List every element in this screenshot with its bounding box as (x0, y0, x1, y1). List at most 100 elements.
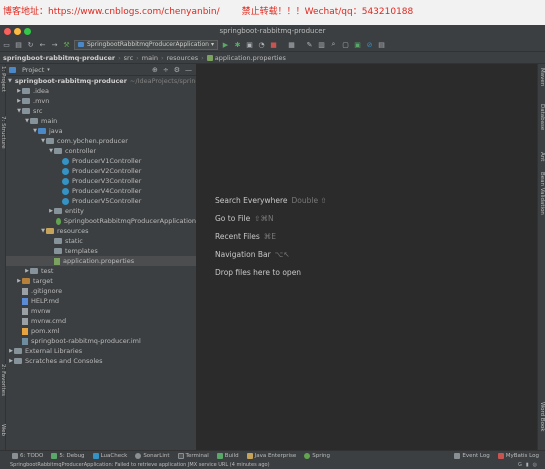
tool-button-debug[interactable]: 5: Debug (51, 453, 85, 459)
forward-arrow-icon[interactable]: → (50, 40, 59, 49)
tree-item-src[interactable]: ▼ src (6, 106, 196, 116)
database-icon[interactable]: ▣ (353, 40, 362, 49)
tool-button-luacheck[interactable]: LuaCheck (92, 453, 127, 459)
minimize-window-button[interactable] (14, 28, 21, 35)
profile-icon[interactable]: ◔ (257, 40, 266, 49)
tree-item-mvn[interactable]: ▶ .mvn (6, 96, 196, 106)
source-folder-icon (38, 128, 46, 134)
tree-item-class[interactable]: ProducerV5Controller (6, 196, 196, 206)
collapse-all-icon[interactable]: ÷ (163, 66, 169, 74)
tool-button-terminal[interactable]: Terminal (177, 453, 209, 459)
status-message[interactable]: SpringbootRabbitmqProducerApplication: F… (10, 462, 270, 468)
tree-item-test[interactable]: ▶ test (6, 266, 196, 276)
tree-item-class[interactable]: ProducerV4Controller (6, 186, 196, 196)
tree-item-label: ProducerV3Controller (72, 177, 142, 185)
tree-item-main[interactable]: ▼ main (6, 116, 196, 126)
tree-item-controller[interactable]: ▼ controller (6, 146, 196, 156)
tree-item-package[interactable]: ▼ com.ybchen.producer (6, 136, 196, 146)
tree-item-label: entity (65, 207, 84, 215)
tree-item-label: ProducerV4Controller (72, 187, 142, 195)
hint-label: Go to File (215, 214, 251, 223)
tool-button-sonarlint[interactable]: SonarLint (135, 453, 170, 459)
tool-button-java-enterprise[interactable]: Java Enterprise (246, 453, 297, 459)
google-icon[interactable]: G (518, 461, 522, 469)
expanded-arrow-icon[interactable]: ▼ (8, 76, 12, 86)
tree-item-class[interactable]: ProducerV3Controller (6, 176, 196, 186)
chevron-down-icon[interactable]: ▾ (47, 67, 50, 73)
tree-item-target[interactable]: ▶ target (6, 276, 196, 286)
tree-item-java[interactable]: ▼ java (6, 126, 196, 136)
tool-tab-word-book[interactable]: Word Book (539, 402, 545, 432)
run-icon[interactable]: ▶ (221, 40, 230, 49)
project-structure-icon[interactable]: ▦ (287, 40, 296, 49)
search-icon[interactable]: ⌕ (329, 40, 338, 49)
tree-item-class[interactable]: ProducerV2Controller (6, 166, 196, 176)
tree-item-class[interactable]: ProducerV1Controller (6, 156, 196, 166)
settings-wrench-icon[interactable]: ✎ (305, 40, 314, 49)
tool-tab-bean-validation[interactable]: Bean Validation (539, 172, 545, 215)
tool-button-mybatis-log[interactable]: MyBatis Log (497, 453, 539, 459)
tree-item-iml[interactable]: springboot-rabbitmq-producer.iml (6, 336, 196, 346)
tool-tab-ant[interactable]: Ant (539, 152, 545, 161)
breadcrumb-project[interactable]: springboot-rabbitmq-producer (3, 54, 115, 62)
bottom-tool-bar: 6: TODO 5: Debug LuaCheck SonarLint Term… (0, 450, 545, 461)
editor-area[interactable]: Search Everywhere Double ⇧ Go to File ⇧⌘N … (197, 64, 537, 450)
stop-icon[interactable]: ■ (269, 40, 278, 49)
tool-button-label: Terminal (185, 453, 209, 459)
project-view-select[interactable]: Project (22, 66, 44, 74)
sdk-icon[interactable]: ▥ (317, 40, 326, 49)
tree-item-static[interactable]: static (6, 236, 196, 246)
maximize-window-button[interactable] (24, 28, 31, 35)
tree-item-application-properties[interactable]: application.properties (6, 256, 196, 266)
tree-item-scratches[interactable]: ▶ Scratches and Consoles (6, 356, 196, 366)
breadcrumb: springboot-rabbitmq-producer › src › mai… (0, 52, 545, 64)
tree-item-mvnw[interactable]: mvnw (6, 306, 196, 316)
build-hammer-icon[interactable]: ⚒ (62, 40, 71, 49)
tool-button-event-log[interactable]: Event Log (454, 453, 490, 459)
save-all-icon[interactable]: ▤ (14, 40, 23, 49)
breadcrumb-resources[interactable]: resources (167, 54, 199, 62)
tool-tab-maven[interactable]: Maven (539, 68, 545, 86)
tool-button-spring[interactable]: Spring (304, 453, 330, 459)
tool-button-todo[interactable]: 6: TODO (12, 453, 43, 459)
close-window-button[interactable] (4, 28, 11, 35)
tree-item-gitignore[interactable]: .gitignore (6, 286, 196, 296)
tree-item-mvnw-cmd[interactable]: mvnw.cmd (6, 316, 196, 326)
breadcrumb-file[interactable]: application.properties (215, 54, 286, 62)
tool-tab-database[interactable]: Database (539, 104, 545, 130)
tree-item-pom-xml[interactable]: pom.xml (6, 326, 196, 336)
gear-icon[interactable]: ⚙ (174, 66, 180, 74)
tool-button-label: Java Enterprise (254, 453, 297, 459)
debug-icon[interactable]: ✱ (233, 40, 242, 49)
lock-icon[interactable]: ▮ (526, 461, 529, 469)
tree-item-idea[interactable]: ▶ .idea (6, 86, 196, 96)
open-folder-icon[interactable]: ▭ (2, 40, 11, 49)
spring-icon (304, 453, 311, 459)
notification-icon[interactable]: ◎ (533, 461, 537, 469)
tree-item-help-md[interactable]: HELP.md (6, 296, 196, 306)
back-arrow-icon[interactable]: ← (38, 40, 47, 49)
tree-item-application-class[interactable]: SpringbootRabbitmqProducerApplication (6, 216, 196, 226)
breadcrumb-src[interactable]: src (124, 54, 134, 62)
tool-button-build[interactable]: Build (216, 453, 239, 459)
coverage-icon[interactable]: ▣ (245, 40, 254, 49)
no-entry-icon[interactable]: ⊘ (365, 40, 374, 49)
terminal-icon[interactable]: ▢ (341, 40, 350, 49)
notes-icon[interactable]: ▤ (377, 40, 386, 49)
tree-item-resources[interactable]: ▼ resources (6, 226, 196, 236)
debug-icon (51, 453, 58, 459)
tree-item-project-root[interactable]: ▼ springboot-rabbitmq-producer ~/IdeaProje… (6, 76, 196, 86)
tool-button-label: Spring (312, 453, 331, 459)
sync-icon[interactable]: ↻ (26, 40, 35, 49)
tree-item-templates[interactable]: templates (6, 246, 196, 256)
hide-panel-icon[interactable]: — (185, 66, 192, 74)
run-configuration-select[interactable]: SpringbootRabbitmqProducerApplication ▾ (74, 39, 218, 50)
hint-shortcut: ⌘E (263, 232, 277, 241)
tree-item-entity[interactable]: ▶ entity (6, 206, 196, 216)
tree-item-external-libraries[interactable]: ▶ External Libraries (6, 346, 196, 356)
breadcrumb-main[interactable]: main (142, 54, 158, 62)
tree-item-label: mvnw (31, 307, 51, 315)
chevron-down-icon: ▾ (210, 40, 214, 48)
tree-item-label: ProducerV5Controller (72, 197, 142, 205)
locate-target-icon[interactable]: ⊕ (152, 66, 158, 74)
